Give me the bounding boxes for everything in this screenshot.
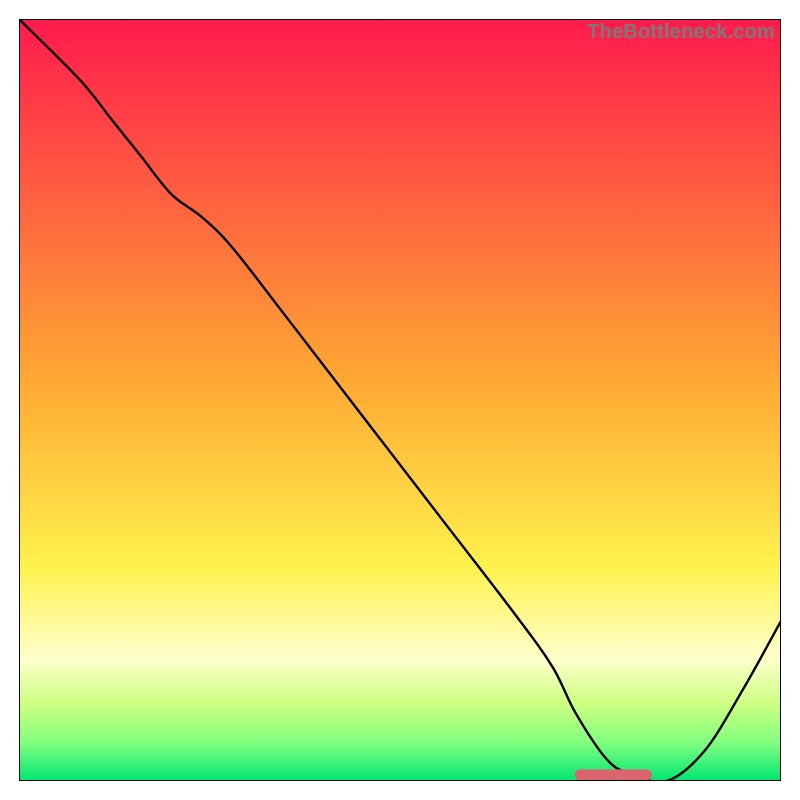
chart-stage: TheBottleneck.com bbox=[0, 0, 800, 800]
gradient-background bbox=[19, 19, 781, 781]
attribution-label: TheBottleneck.com bbox=[587, 21, 775, 44]
plot-area: TheBottleneck.com bbox=[19, 19, 781, 781]
